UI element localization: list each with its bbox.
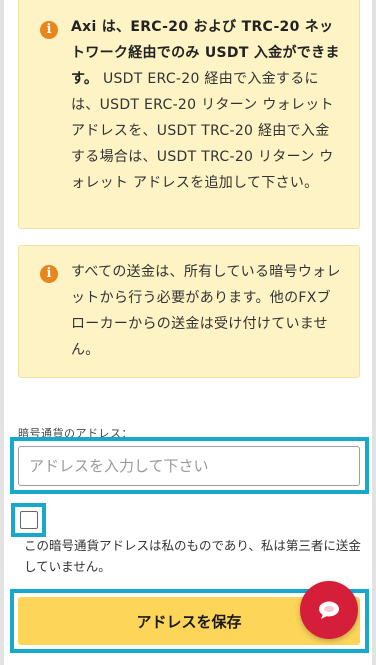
ownership-checkbox-label: この暗号通貨アドレスは私のものであり、私は第三者に送金していません。: [24, 538, 361, 574]
right-scroll-rail: [372, 0, 376, 665]
info-icon: i: [40, 21, 58, 39]
ownership-checkbox[interactable]: [20, 511, 38, 529]
notice-body-text: USDT ERC-20 経由で入金するには、USDT ERC-20 リターン ウ…: [71, 71, 334, 191]
notice-text: すべての送金は、所有している暗号ウォレットから行う必要があります。他のFXブロー…: [71, 264, 341, 358]
notice-text: Axi は、ERC-20 および TRC-20 ネットワーク経由でのみ USDT…: [71, 14, 341, 196]
left-scroll-rail: [0, 0, 4, 665]
usdt-network-notice: i Axi は、ERC-20 および TRC-20 ネットワーク経由でのみ US…: [18, 0, 360, 229]
info-icon: i: [40, 265, 58, 283]
transfer-source-notice: i すべての送金は、所有している暗号ウォレットから行う必要があります。他のFXブ…: [18, 245, 360, 378]
address-input[interactable]: [18, 446, 360, 486]
chat-bubble-icon: [319, 601, 339, 619]
chat-button[interactable]: [300, 581, 358, 639]
